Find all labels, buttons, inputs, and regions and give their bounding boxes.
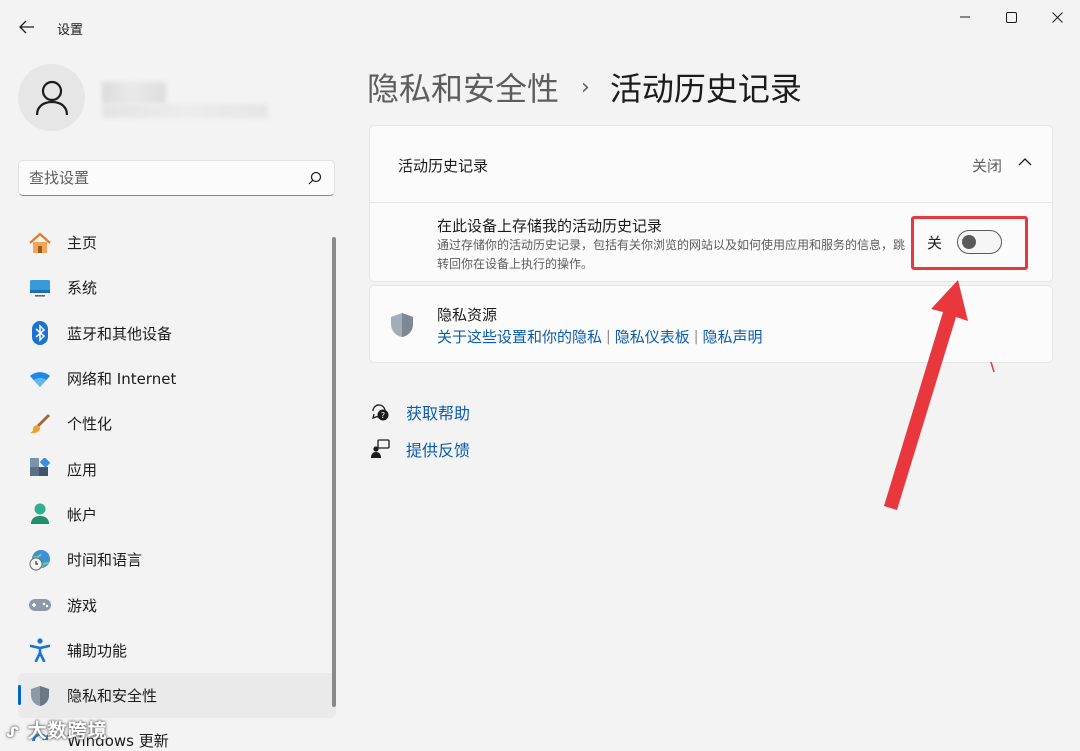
home-icon	[28, 231, 52, 255]
privacy-resources-card: 隐私资源 关于这些设置和你的隐私 | 隐私仪表板 | 隐私声明	[369, 285, 1053, 363]
feedback-link[interactable]: 提供反馈	[368, 437, 470, 461]
sidebar-nav: 主页 系统 蓝牙和其他设备 网络和 Internet 个性化 应用 帐户 时间和…	[18, 220, 336, 751]
maximize-button[interactable]	[988, 4, 1034, 30]
watermark-logo: ᔑ 大数跨境	[6, 716, 108, 743]
section-title: 活动历史记录	[398, 157, 489, 175]
divider	[370, 202, 1052, 203]
avatar[interactable]	[18, 64, 85, 131]
bluetooth-icon	[28, 321, 52, 346]
breadcrumb-separator: ›	[581, 74, 590, 100]
option-title: 在此设备上存储我的活动历史记录	[437, 217, 663, 235]
sidebar-item-gaming[interactable]: 游戏	[18, 582, 336, 627]
watermark-mark: ᔑ	[6, 725, 20, 741]
resources-title: 隐私资源	[437, 306, 498, 324]
sidebar-item-label: 游戏	[67, 596, 98, 615]
sidebar-item-label: 隐私和安全性	[67, 687, 158, 706]
resources-links: 关于这些设置和你的隐私 | 隐私仪表板 | 隐私声明	[437, 326, 762, 347]
close-button[interactable]	[1034, 4, 1080, 30]
link-separator: |	[693, 328, 699, 345]
breadcrumb-parent[interactable]: 隐私和安全性	[367, 64, 559, 110]
account-icon	[28, 502, 52, 526]
sidebar-scrollbar[interactable]	[332, 237, 336, 707]
feedback-icon	[368, 437, 392, 461]
sidebar-item-label: 主页	[67, 234, 98, 253]
page-title: 活动历史记录	[609, 70, 802, 108]
activity-history-expander[interactable]: 活动历史记录 关闭	[370, 126, 1052, 202]
sidebar-item-label: 网络和 Internet	[67, 370, 177, 389]
help-icon: ?	[368, 400, 392, 424]
globe-clock-icon	[28, 548, 52, 572]
sidebar-item-privacy-security[interactable]: 隐私和安全性	[18, 672, 336, 719]
sidebar-item-label: 系统	[67, 279, 98, 298]
apps-icon	[28, 457, 52, 481]
option-description: 通过存储你的活动历史记录，包括有关你浏览的网站以及如何使用应用和服务的信息，跳转…	[437, 238, 906, 271]
search-icon[interactable]	[308, 171, 322, 185]
brush-icon	[28, 412, 52, 436]
accessibility-icon	[28, 638, 52, 663]
sidebar-item-accounts[interactable]: 帐户	[18, 492, 336, 537]
sidebar-item-system[interactable]: 系统	[18, 265, 336, 310]
get-help-label[interactable]: 获取帮助	[406, 400, 470, 424]
blurred-user-name	[102, 82, 166, 104]
close-icon	[1051, 11, 1063, 23]
shield-icon	[28, 684, 52, 708]
watermark-text: 大数跨境	[27, 720, 108, 742]
title-bar: 设置	[0, 0, 1080, 48]
get-help-link[interactable]: ? 获取帮助	[368, 400, 470, 424]
minimize-button[interactable]	[942, 4, 988, 30]
blurred-user-email	[102, 104, 268, 118]
sidebar-item-label: 应用	[67, 460, 98, 479]
user-icon	[35, 80, 68, 115]
svg-text:?: ?	[381, 411, 385, 420]
back-arrow-icon	[19, 20, 34, 34]
search-box[interactable]	[18, 160, 335, 196]
wifi-icon	[28, 367, 52, 391]
sidebar-item-network[interactable]: 网络和 Internet	[18, 356, 336, 401]
link-separator: |	[606, 328, 611, 345]
app-title: 设置	[57, 23, 84, 38]
sidebar-item-apps[interactable]: 应用	[18, 446, 336, 491]
maximize-icon	[1005, 11, 1017, 23]
highlight-box	[911, 216, 1028, 270]
search-input[interactable]	[29, 161, 299, 195]
sidebar-item-label: 个性化	[67, 415, 113, 434]
sidebar-item-personalization[interactable]: 个性化	[18, 401, 336, 446]
chevron-up-icon	[1018, 158, 1032, 166]
feedback-label[interactable]: 提供反馈	[406, 437, 470, 461]
sidebar-item-label: 帐户	[67, 505, 98, 524]
sidebar-item-label: 辅助功能	[67, 641, 128, 660]
minimize-icon	[960, 16, 970, 18]
sidebar-item-label: 时间和语言	[67, 551, 143, 570]
sidebar-item-accessibility[interactable]: 辅助功能	[18, 628, 336, 673]
sidebar-item-label: 蓝牙和其他设备	[67, 324, 173, 343]
privacy-dashboard-link[interactable]: 隐私仪表板	[615, 326, 690, 347]
privacy-statement-link[interactable]: 隐私声明	[702, 326, 762, 347]
breadcrumb: 隐私和安全性 › 活动历史记录	[367, 64, 802, 110]
back-button[interactable]	[14, 14, 40, 40]
sidebar-item-time-language[interactable]: 时间和语言	[18, 537, 336, 582]
section-status: 关闭	[971, 157, 1002, 175]
system-icon	[28, 276, 52, 300]
gamepad-icon	[28, 593, 52, 617]
sidebar-item-home[interactable]: 主页	[18, 220, 336, 265]
sidebar-item-bluetooth[interactable]: 蓝牙和其他设备	[18, 311, 336, 356]
privacy-settings-link[interactable]: 关于这些设置和你的隐私	[437, 326, 602, 347]
shield-icon	[391, 313, 413, 337]
